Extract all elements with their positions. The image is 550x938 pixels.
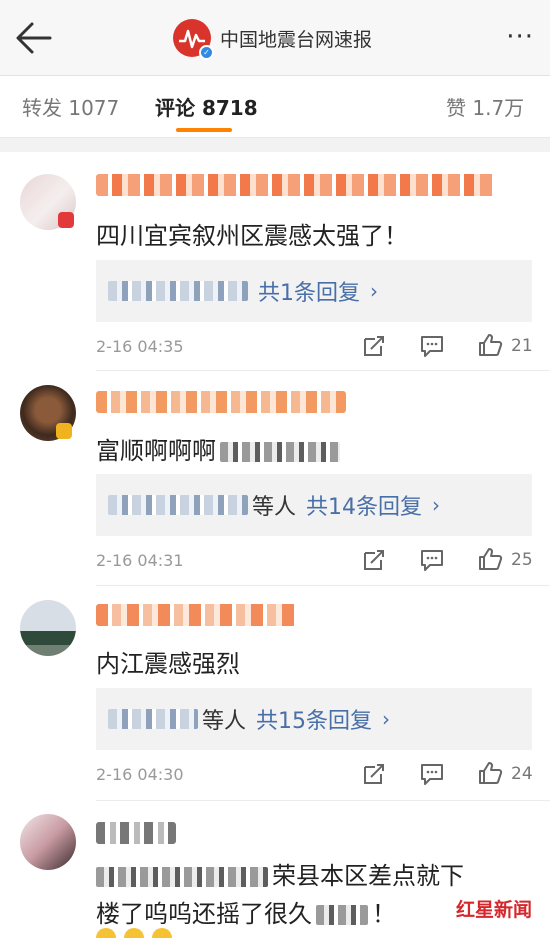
like-icon[interactable] [477,760,503,786]
reply-users-suffix: 等人 [252,495,297,520]
replies-preview[interactable]: 等人 共15条回复 › [96,688,532,750]
comment-text: 内江震感强烈 [96,650,240,678]
comment-text: 荣县本区差点就下 [272,862,464,890]
tab-reposts[interactable]: 转发 1077 [22,92,119,121]
account-name: 中国地震台网速报 [220,28,373,51]
reply-users-blurred [108,281,248,301]
username-blurred[interactable] [96,391,346,413]
like-count: 21 [511,336,533,356]
tab-likes[interactable]: 赞 1.7万 [446,92,524,121]
comment-time: 2-16 04:31 [96,551,184,570]
reply-count: 共14条回复 [306,495,423,520]
active-tab-indicator [176,128,232,132]
repost-icon[interactable] [362,761,386,787]
comment-text: 四川宜宾叙州区震感太强了！ [96,222,408,250]
emoji-icon [96,928,116,938]
comment-text: ！ [372,900,396,928]
comment-text: 楼了呜呜还摇了很久 [96,900,312,928]
comment-text-row: 荣县本区差点就下 [96,856,464,891]
username-blurred[interactable] [96,604,296,626]
censored-text-blurred [220,442,340,462]
reply-count: 共1条回复 [258,281,360,306]
top-bar: ✓ 中国地震台网速报 ··· [0,0,550,76]
arrow-left-icon [16,22,52,54]
avatar[interactable] [20,600,76,656]
comment-time: 2-16 04:35 [96,337,184,356]
username-blurred[interactable] [96,174,496,196]
comment-icon[interactable] [420,333,444,359]
like-count: 24 [511,764,533,784]
comment-text-row: 富顺啊啊啊 [96,431,340,466]
divider [96,800,550,801]
reply-users-blurred [108,495,248,515]
comment-icon[interactable] [420,547,444,573]
watermark: 红星新闻 [456,899,533,921]
censored-text-blurred [316,905,368,925]
reply-users-suffix: 等人 [202,709,247,734]
repost-icon[interactable] [362,547,386,573]
comment-icon[interactable] [420,761,444,787]
like-icon[interactable] [477,546,503,572]
tab-bar: 转发 1077 评论 8718 赞 1.7万 [0,76,550,138]
chevron-right-icon: › [432,493,441,517]
more-button[interactable]: ··· [506,22,534,52]
avatar[interactable] [20,814,76,870]
comment-time: 2-16 04:30 [96,765,184,784]
user-badge-icon [56,423,72,439]
emoji-icon [124,928,144,938]
emoji-icon [152,928,172,938]
verified-icon: ✓ [199,45,214,60]
replies-preview[interactable]: 共1条回复 › [96,260,532,322]
account-header[interactable]: ✓ 中国地震台网速报 [173,18,373,60]
back-button[interactable] [14,20,54,56]
user-badge-icon [58,212,74,228]
more-dots-icon: ··· [506,22,534,52]
chevron-right-icon: › [382,707,391,731]
account-logo: ✓ [173,19,214,60]
reply-users-blurred [108,709,198,729]
chevron-right-icon: › [370,279,378,303]
censored-text-blurred [96,867,268,887]
emoji-row [96,928,172,938]
repost-icon[interactable] [362,333,386,359]
reply-count: 共15条回复 [256,709,373,734]
section-gap [0,138,550,152]
like-icon[interactable] [477,332,503,358]
comment-text: 富顺啊啊啊 [96,437,216,465]
comment-text-row: 楼了呜呜还摇了很久 ！ [96,894,396,929]
divider [96,370,550,371]
like-count: 25 [511,550,533,570]
replies-preview[interactable]: 等人 共14条回复 › [96,474,532,536]
divider [96,585,550,586]
username-blurred[interactable] [96,822,176,844]
tab-comments[interactable]: 评论 8718 [155,92,258,121]
